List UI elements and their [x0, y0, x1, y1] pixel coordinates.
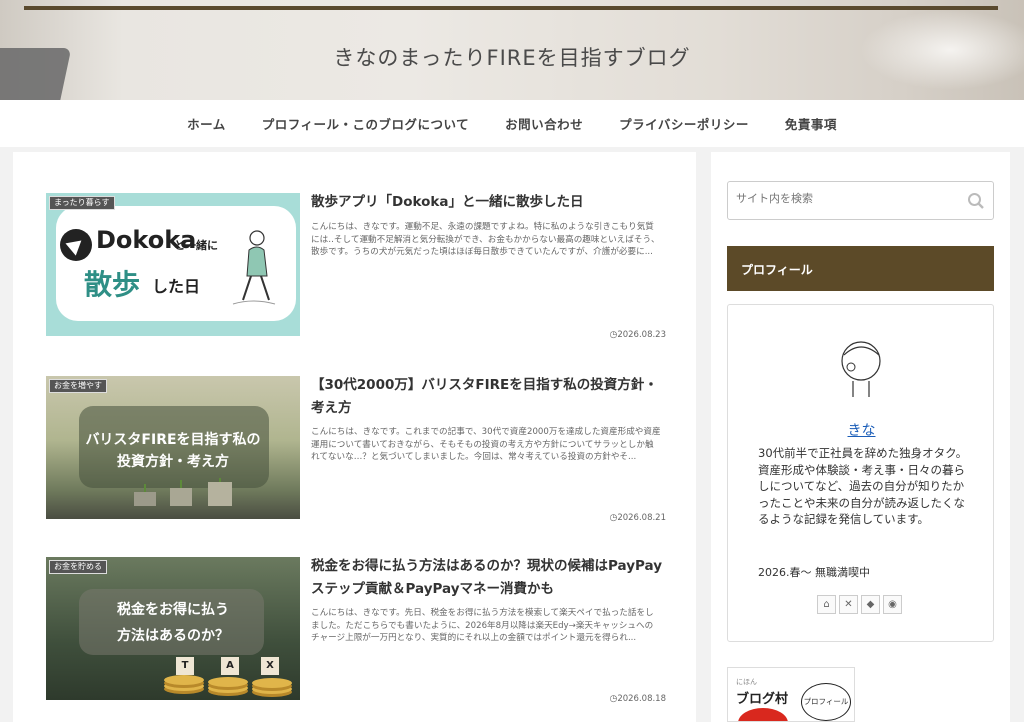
- tax-tile: T: [176, 657, 194, 675]
- profile-badge: プロフィール: [801, 683, 851, 721]
- search-icon[interactable]: [967, 192, 985, 210]
- tax-tile: A: [221, 657, 239, 675]
- nav-item-disclaimer[interactable]: 免責事項: [785, 114, 837, 133]
- social-links: ⌂ ✕ ◆ ◉: [817, 595, 902, 614]
- post-title[interactable]: 税金をお得に払う方法はあるのか？現状の候補はPayPayステップ貢献＆PayPa…: [311, 555, 666, 601]
- profile-bio: 30代前半で正社員を辞めた独身オタク。資産形成や体験談・考え事・日々の暮らしにつ…: [758, 446, 968, 526]
- coin-stack: [252, 678, 292, 688]
- category-badge[interactable]: まったり暮らす: [49, 196, 115, 210]
- post-thumbnail[interactable]: Dokoka と一緒に 散歩 した日 まったり暮らす: [46, 193, 300, 336]
- post-excerpt: こんにちは、きなです。運動不足、永遠の課題ですよね。特に私のような引きこもり気質…: [311, 222, 660, 257]
- site-title[interactable]: きなのまったりFIREを目指すブログ: [0, 42, 1024, 72]
- blogmura-banner[interactable]: にほん ブログ村 プロフィール: [727, 667, 855, 722]
- post-title[interactable]: 【30代2000万】バリスタFIREを目指す私の投資方針・考え方: [311, 374, 666, 420]
- header-top-line: [24, 6, 998, 10]
- location-pin-icon: [60, 229, 92, 261]
- global-nav: ホーム プロフィール・このブログについて お問い合わせ プライバシーポリシー 免…: [0, 100, 1024, 147]
- post-title[interactable]: 散歩アプリ「Dokoka」と一緒に散歩した日: [311, 191, 666, 214]
- coin-stack: [208, 677, 248, 687]
- nav-item-profile[interactable]: プロフィール・このブログについて: [262, 114, 469, 133]
- search-input[interactable]: [736, 192, 956, 205]
- rss-icon[interactable]: ◉: [883, 595, 902, 614]
- post-list: Dokoka と一緒に 散歩 した日 まったり暮らす 散歩アプリ「Dokoka」…: [13, 152, 696, 722]
- post-excerpt: こんにちは、きなです。これまでの記事で、30代で資産2000万を達成した資産形成…: [311, 427, 661, 462]
- nav-item-privacy[interactable]: プライバシーポリシー: [619, 114, 749, 133]
- profile-name-link[interactable]: きな: [728, 420, 995, 440]
- avatar[interactable]: [839, 341, 885, 399]
- post-card[interactable]: 税金をお得に払う 方法はあるのか？ T A X お金を貯める 税金をお得に払う方…: [46, 555, 666, 704]
- tax-tile: X: [261, 657, 279, 675]
- post-date: 2026.08.23: [609, 330, 666, 340]
- search-box: [727, 181, 994, 220]
- x-icon[interactable]: ✕: [839, 595, 858, 614]
- nav-item-contact[interactable]: お問い合わせ: [505, 114, 583, 133]
- profile-status: 2026.春〜 無職満喫中: [758, 566, 870, 579]
- feedly-icon[interactable]: ◆: [861, 595, 880, 614]
- post-thumbnail[interactable]: 税金をお得に払う 方法はあるのか？ T A X お金を貯める: [46, 557, 300, 700]
- post-card[interactable]: バリスタFIREを目指す私の 投資方針・考え方 お金を増やす 【30代2000万…: [46, 374, 666, 523]
- site-header: きなのまったりFIREを目指すブログ: [0, 0, 1024, 100]
- profile-heading: プロフィール: [727, 246, 994, 291]
- category-badge[interactable]: お金を増やす: [49, 379, 107, 393]
- home-icon[interactable]: ⌂: [817, 595, 836, 614]
- profile-widget: きな 30代前半で正社員を辞めた独身オタク。資産形成や体験談・考え事・日々の暮ら…: [727, 304, 994, 642]
- walking-person-illustration: [232, 230, 276, 305]
- category-badge[interactable]: お金を貯める: [49, 560, 107, 574]
- post-card[interactable]: Dokoka と一緒に 散歩 した日 まったり暮らす 散歩アプリ「Dokoka」…: [46, 191, 666, 340]
- nav-item-home[interactable]: ホーム: [187, 114, 226, 133]
- post-date: 2026.08.21: [609, 513, 666, 523]
- coin-stacks-illustration: [134, 478, 232, 506]
- coin-stack: [164, 675, 204, 685]
- post-excerpt: こんにちは、きなです。先日、税金をお得に払う方法を模索して楽天ペイで払った話をし…: [311, 608, 654, 643]
- post-thumbnail[interactable]: バリスタFIREを目指す私の 投資方針・考え方 お金を増やす: [46, 376, 300, 519]
- post-date: 2026.08.18: [609, 694, 666, 704]
